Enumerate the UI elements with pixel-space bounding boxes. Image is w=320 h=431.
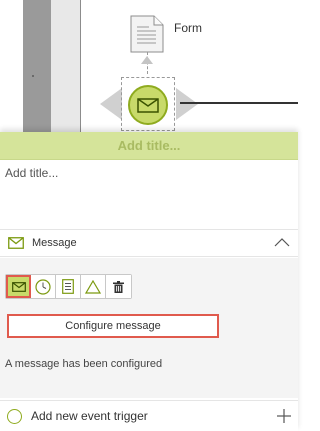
envelope-icon	[8, 237, 24, 249]
arrow-up-icon[interactable]	[141, 56, 153, 64]
envelope-icon	[11, 281, 26, 292]
configure-message-button[interactable]: Configure message	[7, 314, 219, 338]
message-type-button[interactable]	[6, 275, 31, 298]
plus-icon[interactable]	[277, 409, 291, 423]
configuration-status: A message has been configured	[5, 358, 163, 370]
document-icon	[62, 279, 74, 294]
swimlane-header	[23, 0, 51, 132]
event-trigger-icon	[7, 408, 22, 424]
trigger-settings: Configure message A message has been con…	[0, 258, 298, 398]
conditional-type-button[interactable]	[56, 275, 81, 298]
triangle-icon	[85, 279, 101, 294]
envelope-icon	[137, 97, 159, 113]
trash-icon	[113, 280, 124, 293]
section-title: Message	[32, 237, 77, 249]
lane-marker	[32, 75, 34, 77]
arrow-left-icon[interactable]	[100, 88, 122, 120]
message-event-node[interactable]	[128, 85, 168, 125]
title-input[interactable]: Add title...	[0, 160, 298, 230]
delete-trigger-button[interactable]	[106, 275, 131, 298]
swimlane-band	[51, 0, 81, 132]
panel-title[interactable]: Add title...	[0, 132, 298, 160]
timer-type-button[interactable]	[31, 275, 56, 298]
sequence-flow[interactable]	[180, 102, 298, 104]
trigger-type-toolbar	[5, 274, 132, 299]
document-icon[interactable]	[130, 15, 164, 53]
clock-icon	[35, 278, 51, 295]
form-node-label[interactable]: Form	[174, 21, 202, 35]
add-trigger-label: Add new event trigger	[31, 409, 148, 423]
message-section-header[interactable]: Message	[0, 230, 298, 257]
chevron-up-icon[interactable]	[274, 237, 290, 247]
add-event-trigger-row[interactable]: Add new event trigger	[0, 400, 298, 431]
properties-panel: Add title... Add title... Message Config…	[0, 132, 298, 431]
signal-type-button[interactable]	[81, 275, 106, 298]
diagram-canvas[interactable]: Form	[0, 0, 298, 132]
arrow-right-icon[interactable]	[176, 88, 198, 120]
